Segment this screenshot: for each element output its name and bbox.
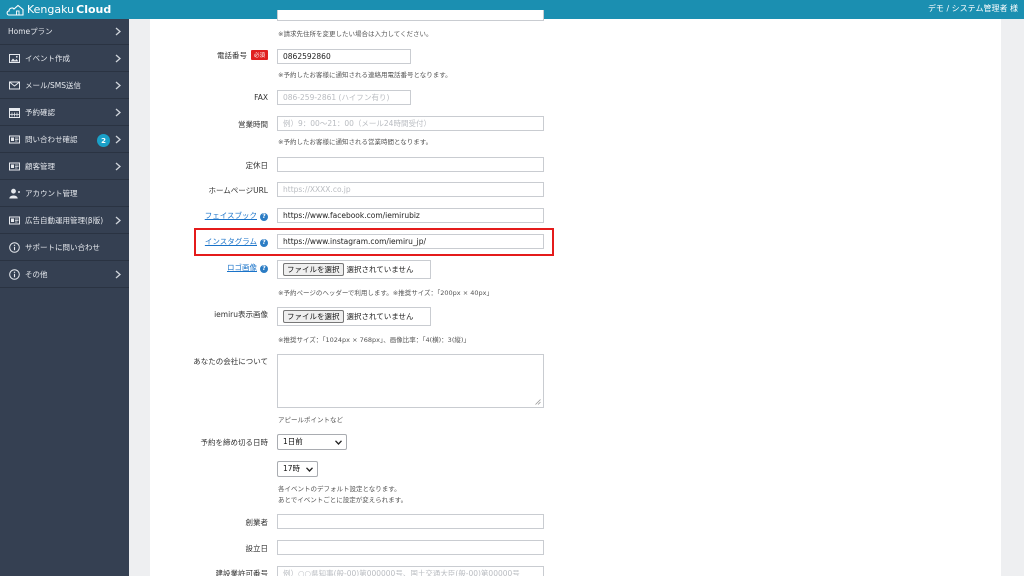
billing-note: ※請求先住所を変更したい場合は入力してください。 [278,30,433,38]
sidebar-item-label: Homeプラン [8,27,53,36]
sidebar-item-label: 広告自動運用管理(β版) [25,216,104,225]
sidebar-item-mail-sms[interactable]: メール/SMS送信 [0,73,129,99]
app-logo[interactable]: Kengaku Cloud [6,2,111,17]
chevron-right-icon [115,135,121,144]
sidebar-item-label: イベント作成 [25,54,70,63]
sidebar-item-label: 問い合わせ確認 [25,135,78,144]
file-status: 選択されていません [346,265,414,274]
sidebar-item-other[interactable]: その他 [0,262,129,288]
deadline-hour-select[interactable]: 17時 [277,461,318,477]
fax-field[interactable]: 086-259-2861 (ハイフン有り) [277,90,411,105]
chevron-right-icon [115,54,121,63]
house-cloud-icon [6,4,24,16]
chevron-right-icon [115,108,121,117]
phone-label: 電話番号 必須 [190,50,268,61]
chevron-right-icon [115,27,121,36]
fax-label: FAX [254,93,268,102]
logo-image-label-text: ロゴ画像 [227,263,257,272]
resize-handle-icon[interactable] [535,399,541,405]
required-badge: 必須 [250,50,268,60]
sidebar-item-customers[interactable]: 顧客管理 [0,154,129,180]
sidebar-item-event-create[interactable]: イベント作成 [0,46,129,72]
deadline-hour-value: 17時 [283,464,301,473]
established-field[interactable] [277,540,544,555]
sidebar-item-label: 顧客管理 [25,162,55,171]
mail-icon [8,80,20,92]
business-hours-field[interactable]: 例）9：00〜21：00（メール24時間受付） [277,116,544,131]
business-hours-label: 営業時間 [238,120,268,129]
founder-field[interactable] [277,514,544,529]
about-textarea[interactable] [277,354,544,408]
logo-prefix: Kengaku [27,3,75,16]
id-card-icon [8,215,20,227]
sidebar-item-home-plan[interactable]: Homeプラン [0,19,129,45]
about-note: アピールポイントなど [278,416,343,424]
help-icon[interactable]: ? [260,213,268,221]
facebook-label[interactable]: フェイスブック? [170,210,268,221]
sidebar-item-label: アカウント管理 [25,189,78,198]
holiday-field[interactable] [277,157,544,172]
chevron-right-icon [115,270,121,279]
phone-label-text: 電話番号 [216,51,247,60]
logo-image-file-input[interactable]: ファイルを選択 選択されていません [277,260,431,279]
sidebar-item-label: 予約確認 [25,108,55,117]
image-icon [8,53,20,65]
logo-image-label[interactable]: ロゴ画像? [170,262,268,273]
logo-suffix: Cloud [76,3,112,16]
sidebar-item-label: メール/SMS送信 [25,81,82,90]
chevron-down-icon [335,440,342,445]
chevron-right-icon [115,162,121,171]
info-icon [8,242,20,254]
holiday-label: 定休日 [245,161,269,170]
business-hours-note: ※予約したお客様に通知される営業時間となります。 [278,138,433,146]
sidebar-item-label: サポートに問い合わせ [25,243,100,252]
founder-label: 創業者 [245,518,269,527]
id-card-icon [8,134,20,146]
sidebar-item-account[interactable]: アカウント管理 [0,181,129,207]
phone-field[interactable]: 0862592860 [277,49,411,64]
iemiru-image-file-input[interactable]: ファイルを選択 選択されていません [277,307,431,326]
sidebar-item-support[interactable]: サポートに問い合わせ [0,235,129,261]
id-card-icon [8,161,20,173]
choose-file-button[interactable]: ファイルを選択 [283,310,344,323]
license-label: 建設業許可番号 [215,569,269,576]
sidebar: Homeプラン イベント作成 メール/SMS送信 予約確認 問い合わせ確認 2 … [0,19,129,576]
billing-address-field[interactable] [277,10,544,21]
deadline-day-select[interactable]: 1日前 [277,434,347,450]
help-icon[interactable]: ? [260,265,268,273]
iemiru-image-label: iemiru表示画像 [214,310,268,319]
deadline-note-1: 各イベントのデフォルト設定となります。 [278,485,401,493]
calendar-icon [8,107,20,119]
highlight-box [194,228,554,256]
sidebar-item-reservation[interactable]: 予約確認 [0,100,129,126]
deadline-note-2: あとでイベントごとに設定が変えられます。 [278,496,408,504]
sidebar-item-ad-automation[interactable]: 広告自動運用管理(β版) [0,208,129,234]
homepage-field[interactable]: https://XXXX.co.jp [277,182,544,197]
choose-file-button[interactable]: ファイルを選択 [283,263,344,276]
chevron-right-icon [115,81,121,90]
chevron-right-icon [115,216,121,225]
info-icon [8,269,20,281]
about-label: あなたの会社について [193,357,268,366]
chevron-down-icon [306,467,313,472]
user-menu[interactable]: デモ / システム管理者 様 [928,3,1018,14]
established-label: 設立日 [245,544,269,553]
facebook-field[interactable]: https://www.facebook.com/iemirubiz [277,208,544,223]
phone-note: ※予約したお客様に通知される連絡用電話番号となります。 [278,71,452,79]
sidebar-item-label: その他 [25,270,48,279]
deadline-day-value: 1日前 [283,437,303,446]
sidebar-item-inquiries[interactable]: 問い合わせ確認 2 [0,127,129,153]
homepage-label: ホームページURL [208,186,268,195]
facebook-label-text: フェイスブック [204,211,257,220]
file-status: 選択されていません [346,312,414,321]
user-icon [8,188,20,200]
iemiru-image-note: ※推奨サイズ：「1024px × 768px」、画像比率：「4(横)：3(縦)」 [278,336,470,344]
deadline-label: 予約を締め切る日時 [200,438,269,447]
logo-image-note: ※予約ページのヘッダーで利用します。※推奨サイズ：「200px × 40px」 [278,289,493,297]
unread-count-badge: 2 [97,134,110,147]
license-field[interactable]: 例）○○県知事(般-00)第000000号、国土交通大臣(般-00)第00000… [277,566,544,576]
